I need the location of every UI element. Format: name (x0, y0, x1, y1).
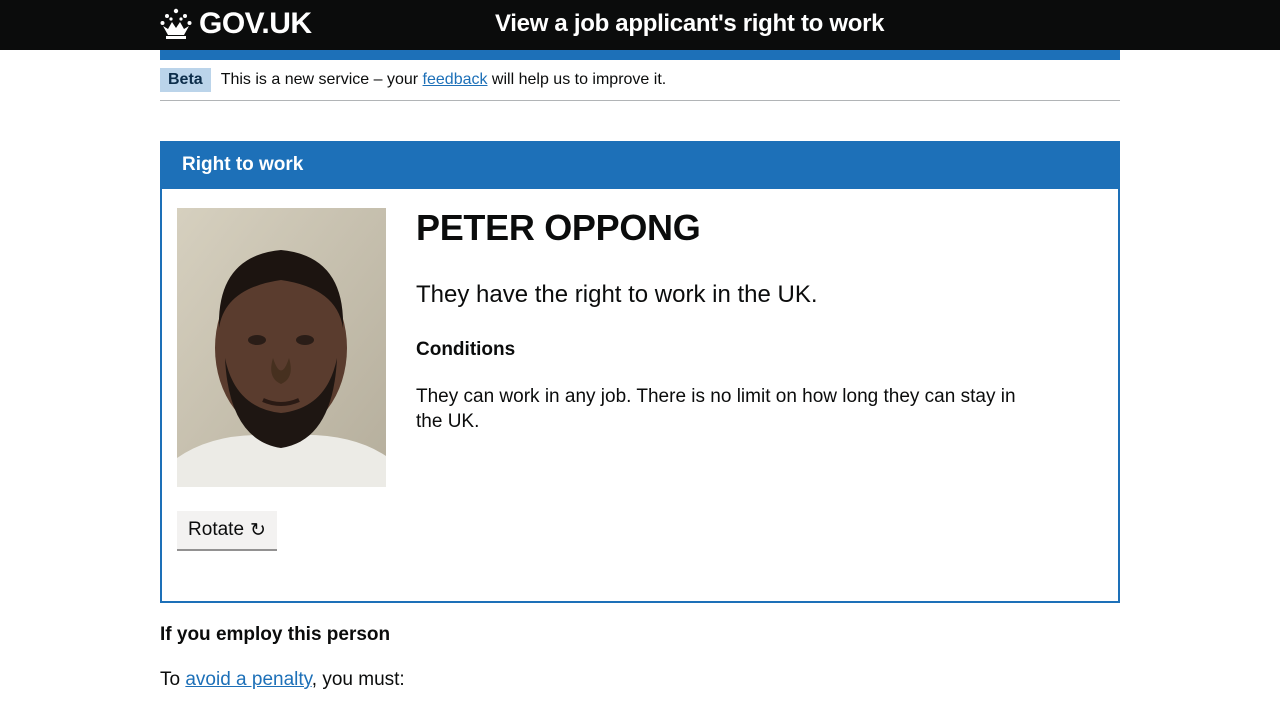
header-blue-strip (160, 50, 1120, 60)
employ-heading: If you employ this person (160, 624, 391, 645)
govuk-header: GOV.UK View a job applicant's right to w… (0, 0, 1280, 50)
panel-header: Right to work (162, 143, 1118, 189)
govuk-logo-link[interactable]: GOV.UK (160, 6, 312, 42)
applicant-portrait-image (177, 208, 386, 487)
phase-banner: Beta This is a new service – your feedba… (160, 68, 1120, 101)
phase-text-after: will help us to improve it. (487, 71, 667, 88)
avoid-penalty-link[interactable]: avoid a penalty (185, 669, 311, 690)
phase-text-before: This is a new service – your (220, 71, 423, 88)
applicant-photo (177, 208, 386, 487)
penalty-text-after: , you must: (311, 669, 405, 690)
panel-title: Right to work (182, 154, 304, 175)
rotate-button[interactable]: Rotate ↻ (177, 511, 277, 551)
right-to-work-status: They have the right to work in the UK. (416, 281, 818, 308)
feedback-link[interactable]: feedback (423, 71, 488, 88)
right-to-work-panel: Right to work Rotate ↻ PETER OPPONG They… (160, 141, 1120, 603)
logo-text: GOV.UK (199, 7, 312, 40)
penalty-paragraph: To avoid a penalty, you must: (160, 669, 405, 691)
rotate-icon: ↻ (250, 519, 266, 541)
conditions-heading: Conditions (416, 339, 516, 360)
phase-banner-text: This is a new service – your feedback wi… (221, 68, 667, 92)
service-name-link[interactable]: View a job applicant's right to work (495, 10, 885, 38)
beta-tag: Beta (160, 68, 211, 92)
crown-icon (160, 8, 192, 39)
rotate-button-label: Rotate (188, 519, 245, 540)
conditions-text: They can work in any job. There is no li… (416, 386, 1016, 432)
penalty-text-before: To (160, 669, 186, 690)
person-name: PETER OPPONG (416, 207, 701, 248)
